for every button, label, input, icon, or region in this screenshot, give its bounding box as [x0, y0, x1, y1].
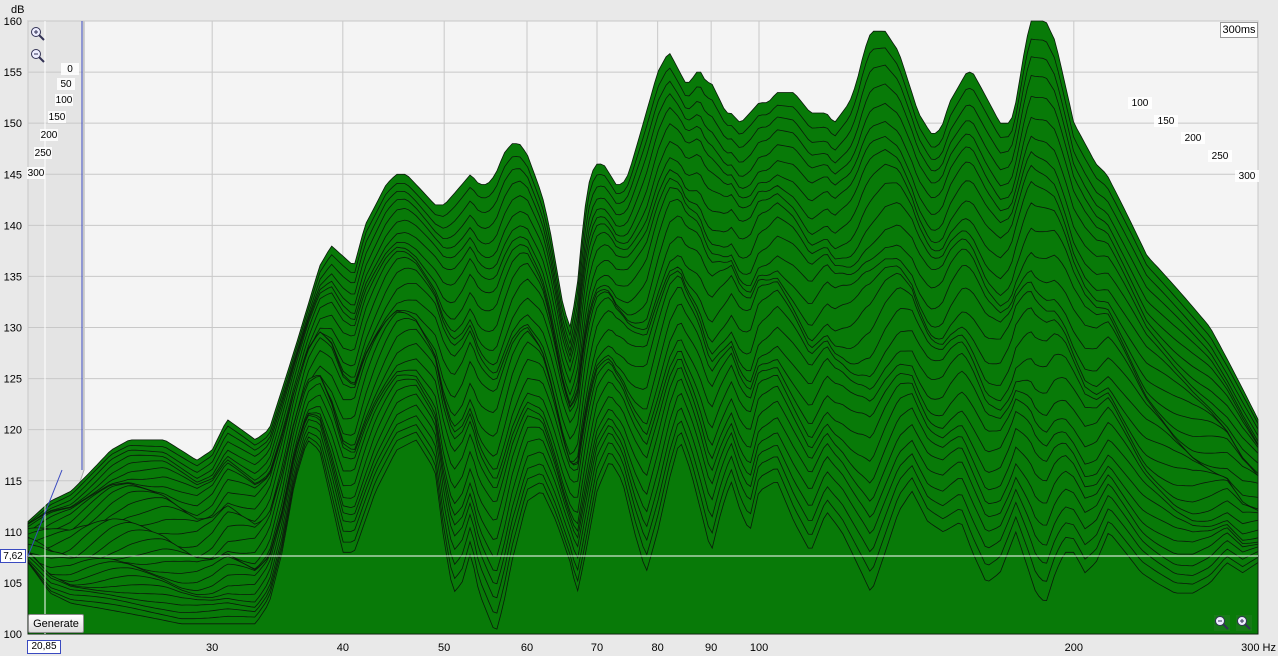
y-tick-label: 135 — [4, 271, 22, 283]
y-tick-label: 160 — [4, 16, 22, 28]
y-tick-label: 115 — [4, 476, 22, 488]
x-tick-label: 80 — [652, 642, 664, 654]
time-tick-label: 50 — [60, 79, 72, 90]
y-tick-label: 100 — [4, 629, 22, 641]
waterfall-chart: 100105110115120125130135140145150155160 … — [4, 4, 1276, 654]
y-tick-label: 150 — [4, 118, 22, 130]
time-tick-label: 150 — [1158, 116, 1175, 127]
x-axis-tick-labels: 30 40 50 60 70 80 90 100 200 300 Hz — [206, 642, 1276, 654]
y-axis-label: dB — [11, 4, 24, 16]
time-tick-label: 100 — [1132, 98, 1149, 109]
x-tick-label: 90 — [705, 642, 717, 654]
time-tick-label: 300 — [1239, 171, 1256, 182]
y-tick-label: 120 — [4, 425, 22, 437]
y-tick-label: 130 — [4, 323, 22, 335]
y-tick-label: 145 — [4, 169, 22, 181]
zoom-out-y-icon[interactable] — [30, 48, 46, 64]
x-tick-label: 30 — [206, 642, 218, 654]
x-tick-label: 300 Hz — [1241, 642, 1276, 654]
time-tick-label: 300 — [28, 168, 45, 179]
x-tick-label: 50 — [438, 642, 450, 654]
time-range-label: 300ms — [1220, 22, 1258, 38]
time-tick-label: 250 — [1212, 151, 1229, 162]
zoom-out-x-icon[interactable] — [1214, 615, 1230, 631]
y-tick-label: 110 — [4, 527, 22, 539]
x-tick-label: 70 — [591, 642, 603, 654]
time-tick-label: 250 — [35, 148, 52, 159]
y-tick-label: 105 — [4, 578, 22, 590]
generate-button[interactable]: Generate — [28, 614, 84, 633]
time-tick-label: 150 — [49, 112, 66, 123]
y-tick-label: 140 — [4, 220, 22, 232]
y-tick-label: 125 — [4, 374, 22, 386]
time-tick-label: 0 — [67, 64, 73, 75]
x-tick-label: 60 — [521, 642, 533, 654]
time-tick-label: 100 — [56, 95, 73, 106]
cursor-x-readout[interactable]: 20,85 — [27, 640, 61, 654]
x-tick-label: 200 — [1065, 642, 1083, 654]
time-tick-label: 200 — [1185, 133, 1202, 144]
x-tick-label: 100 — [750, 642, 768, 654]
zoom-in-x-icon[interactable] — [1236, 615, 1252, 631]
cursor-y-readout[interactable]: 7,62 — [0, 549, 26, 563]
time-tick-label: 200 — [41, 130, 58, 141]
y-axis-tick-labels: 100 105 110 115 120 125 130 135 140 145 150 155 160 — [4, 16, 22, 641]
x-tick-label: 40 — [337, 642, 349, 654]
y-tick-label: 155 — [4, 67, 22, 79]
zoom-in-y-icon[interactable] — [30, 26, 46, 42]
